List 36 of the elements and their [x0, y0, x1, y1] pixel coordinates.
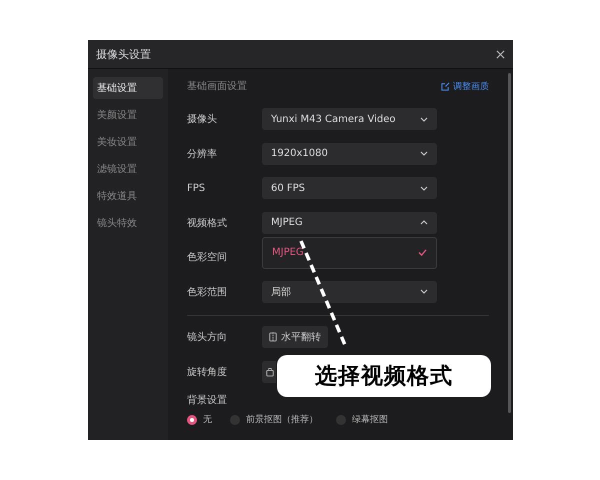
edit-icon [441, 82, 450, 90]
scrollbar[interactable] [508, 73, 510, 413]
radio-option[interactable]: 无 [187, 413, 212, 426]
field-label: 色彩空间 [187, 250, 228, 264]
field-label: 色彩范围 [187, 286, 228, 299]
field-label: 视频格式 [187, 216, 228, 230]
radio-option[interactable]: 绿幕抠图 [336, 413, 388, 426]
sidebar-item[interactable]: 美妆设置 [93, 131, 163, 153]
radio-option[interactable]: 前景抠图（推荐） [230, 413, 318, 426]
check-icon [418, 249, 427, 256]
dropdown[interactable]: Yunxi M43 Camera Video [262, 108, 437, 130]
field-label: 背景设置 [187, 394, 228, 407]
rotate-icon [266, 366, 274, 377]
sidebar-item[interactable]: 特效道具 [93, 185, 163, 207]
flip-icon [269, 332, 277, 342]
field-label: 分辨率 [187, 148, 218, 161]
sidebar-item[interactable]: 镜头特效 [93, 212, 163, 234]
window-title: 摄像头设置 [96, 46, 151, 62]
dropdown[interactable]: MJPEG [262, 212, 437, 234]
dropdown[interactable]: 1920x1080 [262, 142, 437, 165]
sidebar-item[interactable]: 美颜设置 [93, 104, 163, 126]
sidebar-item[interactable]: 基础设置 [93, 77, 163, 99]
dropdown-option[interactable]: MJPEG [263, 240, 436, 265]
field-label: 摄像头 [187, 112, 218, 126]
dropdown[interactable]: 局部 [262, 280, 437, 303]
flip-button[interactable]: 水平翻转 [262, 326, 328, 348]
field-label: 旋转角度 [187, 366, 228, 379]
adjust-quality-link[interactable]: 调整画质 [441, 80, 489, 92]
rotate-button[interactable] [262, 360, 276, 383]
callout-label: 选择视频格式 [277, 355, 491, 397]
field-label: 镜头方向 [187, 330, 228, 344]
dropdown[interactable]: 60 FPS [262, 177, 437, 200]
field-label: FPS [187, 182, 206, 194]
sidebar-item[interactable]: 滤镜设置 [93, 158, 163, 180]
close-icon[interactable] [496, 50, 505, 58]
section-title: 基础画面设置 [187, 80, 247, 93]
